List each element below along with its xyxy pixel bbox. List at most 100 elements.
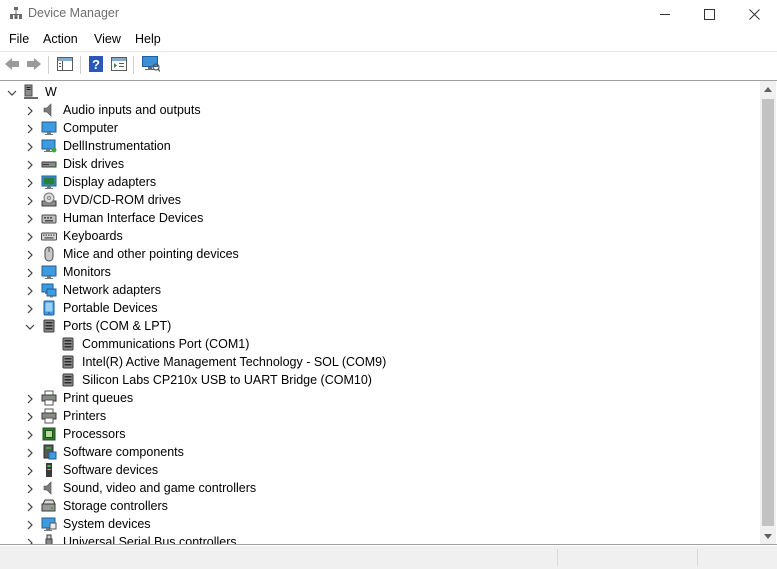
tree-category[interactable]: Mice and other pointing devices — [0, 245, 760, 263]
speaker-icon — [41, 102, 57, 118]
chevron-right-icon[interactable] — [25, 213, 35, 224]
close-button[interactable] — [731, 0, 777, 28]
tree-root[interactable]: W — [0, 83, 760, 101]
tree-device-item[interactable]: Intel(R) Active Management Technology - … — [0, 353, 760, 371]
tree-category[interactable]: Software components — [0, 443, 760, 461]
network-monitor-icon — [41, 138, 57, 154]
menu-action[interactable]: Action — [43, 32, 78, 46]
menu-bar: File Action View Help — [0, 28, 777, 51]
menu-help[interactable]: Help — [135, 32, 161, 46]
chevron-right-icon[interactable] — [25, 177, 35, 188]
tree-category-label: DellInstrumentation — [63, 139, 171, 153]
scroll-up-button[interactable] — [760, 81, 776, 97]
window-title: Device Manager — [28, 6, 120, 20]
help-icon: ? — [89, 55, 103, 75]
chevron-right-icon[interactable] — [25, 231, 35, 242]
chevron-right-icon[interactable] — [25, 501, 35, 512]
chevron-right-icon[interactable] — [25, 285, 35, 296]
chevron-right-icon[interactable] — [25, 411, 35, 422]
printer-icon — [41, 408, 57, 424]
device-tree[interactable]: W Audio inputs and outputs Computer DellIn… — [0, 80, 777, 545]
status-pane-divider — [697, 549, 698, 566]
chevron-down-icon[interactable] — [7, 87, 17, 97]
tree-category[interactable]: Computer — [0, 119, 760, 137]
properties-button[interactable] — [109, 55, 129, 75]
chevron-right-icon[interactable] — [25, 123, 35, 134]
chevron-right-icon[interactable] — [25, 267, 35, 278]
tree-device-item[interactable]: Silicon Labs CP210x USB to UART Bridge (… — [0, 371, 760, 389]
tree-category-label: Software devices — [63, 463, 159, 477]
chevron-right-icon[interactable] — [25, 537, 35, 544]
tree-category[interactable]: Printers — [0, 407, 760, 425]
chevron-right-icon[interactable] — [25, 465, 35, 476]
chevron-right-icon[interactable] — [25, 393, 35, 404]
dvd-icon — [41, 192, 57, 208]
chevron-right-icon[interactable] — [25, 105, 35, 116]
network-adapter-icon — [41, 282, 57, 298]
tree-category[interactable]: Disk drives — [0, 155, 760, 173]
tree-category[interactable]: DVD/CD-ROM drives — [0, 191, 760, 209]
back-button[interactable] — [2, 55, 22, 75]
console-tree-icon — [57, 56, 73, 74]
tree-category[interactable]: Audio inputs and outputs — [0, 101, 760, 119]
monitor-icon — [41, 264, 57, 280]
scan-hardware-icon — [142, 55, 161, 75]
keyboard-icon — [41, 228, 57, 244]
chevron-right-icon[interactable] — [25, 483, 35, 494]
tree-device-label: Silicon Labs CP210x USB to UART Bridge (… — [82, 373, 372, 387]
tree-category[interactable]: Network adapters — [0, 281, 760, 299]
tree-category-label: DVD/CD-ROM drives — [63, 193, 182, 207]
forward-icon — [26, 57, 42, 74]
chevron-right-icon[interactable] — [25, 141, 35, 152]
tree-device-item[interactable]: Communications Port (COM1) — [0, 335, 760, 353]
chevron-right-icon[interactable] — [25, 303, 35, 314]
scan-hardware-button[interactable] — [141, 55, 161, 75]
show-hide-console-tree-button[interactable] — [55, 55, 75, 75]
vertical-scrollbar[interactable] — [760, 81, 776, 544]
tree-category[interactable]: Display adapters — [0, 173, 760, 191]
tree-category[interactable]: DellInstrumentation — [0, 137, 760, 155]
tree-category[interactable]: Print queues — [0, 389, 760, 407]
help-button[interactable]: ? — [86, 55, 106, 75]
status-pane-divider — [557, 549, 558, 566]
device-manager-icon — [9, 6, 23, 20]
speaker-icon — [41, 480, 57, 496]
minimize-button[interactable] — [642, 0, 688, 28]
scrollbar-thumb[interactable] — [762, 99, 774, 526]
tree-category-label: Keyboards — [63, 229, 123, 243]
chevron-right-icon[interactable] — [25, 429, 35, 440]
tree-category[interactable]: Monitors — [0, 263, 760, 281]
tree-category[interactable]: Human Interface Devices — [0, 209, 760, 227]
chevron-right-icon[interactable] — [25, 159, 35, 170]
maximize-button[interactable] — [686, 0, 732, 28]
tree-category[interactable]: Keyboards — [0, 227, 760, 245]
tree-category[interactable]: Portable Devices — [0, 299, 760, 317]
tree-category[interactable]: Storage controllers — [0, 497, 760, 515]
tree-category[interactable]: System devices — [0, 515, 760, 533]
tree-category-label: Software components — [63, 445, 184, 459]
forward-button[interactable] — [24, 55, 44, 75]
toolbar-separator — [48, 56, 49, 74]
tree-category[interactable]: Sound, video and game controllers — [0, 479, 760, 497]
chevron-right-icon[interactable] — [25, 195, 35, 206]
scroll-down-button[interactable] — [760, 528, 776, 544]
chevron-right-icon[interactable] — [25, 249, 35, 260]
portable-device-icon — [41, 300, 57, 316]
tree-category-label: Processors — [63, 427, 126, 441]
tree-category-label: System devices — [63, 517, 151, 531]
chevron-down-icon[interactable] — [25, 321, 35, 331]
tree-category[interactable]: Ports (COM & LPT) — [0, 317, 760, 335]
tree-category[interactable]: Processors — [0, 425, 760, 443]
chevron-right-icon[interactable] — [25, 447, 35, 458]
tree-category-label: Ports (COM & LPT) — [63, 319, 172, 333]
tree-category[interactable]: Software devices — [0, 461, 760, 479]
tree-category[interactable]: Universal Serial Bus controllers — [0, 533, 760, 544]
menu-view[interactable]: View — [94, 32, 121, 46]
port-icon — [60, 372, 76, 388]
chevron-right-icon[interactable] — [25, 519, 35, 530]
tree-category-label: Portable Devices — [63, 301, 158, 315]
menu-file[interactable]: File — [9, 32, 29, 46]
port-icon — [60, 354, 76, 370]
tree-category-label: Monitors — [63, 265, 111, 279]
monitor-icon — [41, 120, 57, 136]
